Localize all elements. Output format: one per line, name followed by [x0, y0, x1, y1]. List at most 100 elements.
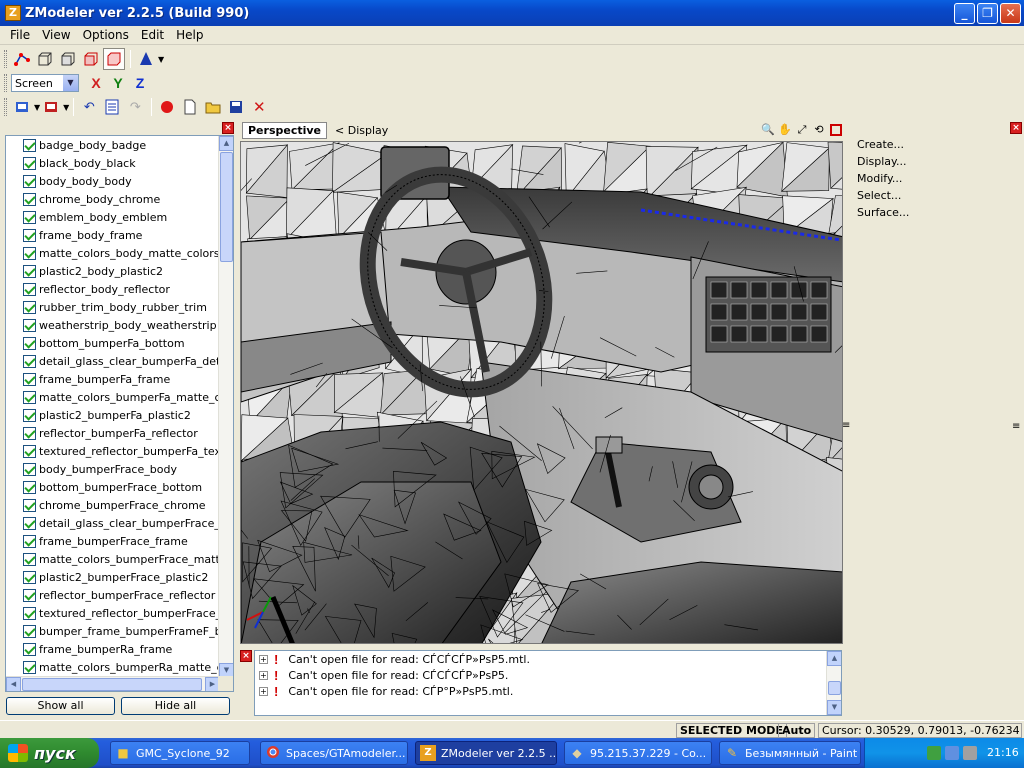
visibility-checkbox[interactable]	[23, 192, 36, 206]
object-list-item[interactable]: matte_colors_body_matte_colors	[6, 244, 220, 262]
visibility-checkbox[interactable]	[23, 336, 36, 350]
viewport-name[interactable]: Perspective	[242, 122, 328, 139]
title-bar[interactable]: Z ZModeler ver 2.2.5 (Build 990) _ ❐ ✕	[0, 0, 1024, 26]
object-list-item[interactable]: chrome_body_chrome	[6, 190, 220, 208]
zoom-icon[interactable]: 🔍	[760, 122, 776, 138]
visibility-checkbox[interactable]	[23, 246, 36, 260]
object-list-item[interactable]: bumper_frame_bumperFrameF_bump	[6, 622, 220, 640]
visibility-checkbox[interactable]	[23, 588, 36, 602]
visibility-checkbox[interactable]	[23, 282, 36, 296]
visibility-checkbox[interactable]	[23, 372, 36, 386]
object-list-item[interactable]: rubber_trim_body_rubber_trim	[6, 298, 220, 316]
command-display[interactable]: Display...	[857, 155, 906, 168]
object-list-item[interactable]: frame_bumperRa_frame	[6, 640, 220, 658]
visibility-checkbox[interactable]	[23, 174, 36, 188]
menu-file[interactable]: File	[4, 28, 36, 42]
export-icon[interactable]	[40, 96, 62, 118]
object-list-item[interactable]: frame_bumperFrace_frame	[6, 532, 220, 550]
object-list-item[interactable]: chrome_bumperFrace_chrome	[6, 496, 220, 514]
splitter-grip[interactable]: ≡	[842, 420, 850, 431]
visibility-checkbox[interactable]	[23, 480, 36, 494]
visibility-checkbox[interactable]	[23, 210, 36, 224]
object-list-item[interactable]: plastic2_body_plastic2	[6, 262, 220, 280]
undo-icon[interactable]: ↶	[78, 96, 100, 118]
undo-list-icon[interactable]	[101, 96, 123, 118]
object-list-item[interactable]: matte_colors_bumperFa_matte_color	[6, 388, 220, 406]
command-select[interactable]: Select...	[857, 189, 901, 202]
close-button[interactable]: ✕	[1000, 3, 1021, 24]
visibility-checkbox[interactable]	[23, 138, 36, 152]
menu-edit[interactable]: Edit	[135, 28, 170, 42]
visibility-checkbox[interactable]	[23, 624, 36, 638]
expand-icon[interactable]: +	[259, 654, 268, 664]
visibility-checkbox[interactable]	[23, 318, 36, 332]
face-mode-icon[interactable]	[57, 48, 79, 70]
chevron-down-icon[interactable]: ▼	[158, 55, 164, 64]
save-icon[interactable]	[225, 96, 247, 118]
task-remote[interactable]: ◆ 95.215.37.229 - Co...	[564, 741, 712, 765]
object-list-item[interactable]: plastic2_bumperFa_plastic2	[6, 406, 220, 424]
edge-mode-icon[interactable]	[34, 48, 56, 70]
close-file-icon[interactable]: ✕	[248, 96, 270, 118]
messenger-icon[interactable]	[945, 746, 959, 760]
visibility-checkbox[interactable]	[23, 534, 36, 548]
visibility-checkbox[interactable]	[23, 156, 36, 170]
object-list-item[interactable]: reflector_bumperFrace_reflector	[6, 586, 220, 604]
menu-help[interactable]: Help	[170, 28, 209, 42]
visibility-checkbox[interactable]	[23, 462, 36, 476]
restore-button[interactable]: ❐	[977, 3, 998, 24]
visibility-checkbox[interactable]	[23, 552, 36, 566]
perspective-viewport[interactable]	[240, 141, 843, 644]
object-list-item[interactable]: textured_reflector_bumperFa_textur	[6, 442, 220, 460]
object-list-item[interactable]: emblem_body_emblem	[6, 208, 220, 226]
horizontal-scrollbar[interactable]: ◀ ▶	[6, 676, 220, 691]
object-list-item[interactable]: detail_glass_clear_bumperFa_detail_	[6, 352, 220, 370]
menu-options[interactable]: Options	[77, 28, 135, 42]
visibility-checkbox[interactable]	[23, 426, 36, 440]
object-list-item[interactable]: frame_body_frame	[6, 226, 220, 244]
rotate-icon[interactable]: ⟲	[811, 122, 827, 138]
task-chrome[interactable]: Spaces/GTAmodeler...	[260, 741, 408, 765]
visibility-checkbox[interactable]	[23, 642, 36, 656]
visibility-checkbox[interactable]	[23, 444, 36, 458]
axis-y-toggle[interactable]: Y	[107, 73, 129, 93]
object-list-item[interactable]: black_body_black	[6, 154, 220, 172]
car-interior-wireframe[interactable]	[241, 142, 843, 644]
visibility-checkbox[interactable]	[23, 408, 36, 422]
minimize-button[interactable]: _	[954, 3, 975, 24]
object-list-item[interactable]: reflector_body_reflector	[6, 280, 220, 298]
expand-icon[interactable]: +	[259, 686, 268, 696]
visibility-checkbox[interactable]	[23, 516, 36, 530]
viewport-display-nav[interactable]: < Display	[335, 124, 388, 137]
object-mode-icon[interactable]	[103, 48, 125, 70]
chevron-down-icon[interactable]: ▼	[63, 103, 69, 112]
menu-view[interactable]: View	[36, 28, 76, 42]
pan-icon[interactable]: ✋	[777, 122, 793, 138]
object-list-item[interactable]: weatherstrip_body_weatherstrip	[6, 316, 220, 334]
toolbar-grip[interactable]	[4, 74, 7, 92]
object-list-item[interactable]: reflector_bumperFa_reflector	[6, 424, 220, 442]
object-list-item[interactable]: badge_body_badge	[6, 136, 220, 154]
log-entry[interactable]: +! Can't open file for read: СЃСЃСЃР»РѕР5…	[255, 651, 841, 667]
object-list-item[interactable]: body_bumperFrace_body	[6, 460, 220, 478]
scroll-thumb[interactable]	[22, 678, 202, 691]
object-list-item[interactable]: matte_colors_bumperRa_matte_color	[6, 658, 220, 676]
command-surface[interactable]: Surface...	[857, 206, 909, 219]
close-icon[interactable]: ×	[240, 650, 252, 662]
coordinate-space-select[interactable]: Screen ▼	[11, 74, 79, 92]
close-icon[interactable]: ×	[222, 122, 234, 134]
object-list-item[interactable]: frame_bumperFa_frame	[6, 370, 220, 388]
command-create[interactable]: Create...	[857, 138, 904, 151]
status-auto[interactable]: Auto	[778, 723, 816, 738]
visibility-checkbox[interactable]	[23, 390, 36, 404]
scroll-down-icon[interactable]: ▼	[827, 700, 841, 715]
task-gmc-folder[interactable]: ■ GMC_Syclone_92	[110, 741, 250, 765]
object-list-item[interactable]: body_body_body	[6, 172, 220, 190]
axis-z-toggle[interactable]: Z	[129, 73, 151, 93]
open-folder-icon[interactable]	[202, 96, 224, 118]
log-entry[interactable]: +! Can't open file for read: СЃСЃСЃР»РѕР5…	[255, 667, 841, 683]
scroll-thumb[interactable]	[828, 681, 841, 695]
object-list[interactable]: badge_body_badge black_body_black body_bod…	[5, 135, 234, 692]
visibility-checkbox[interactable]	[23, 606, 36, 620]
toolbar-grip[interactable]	[4, 98, 7, 116]
